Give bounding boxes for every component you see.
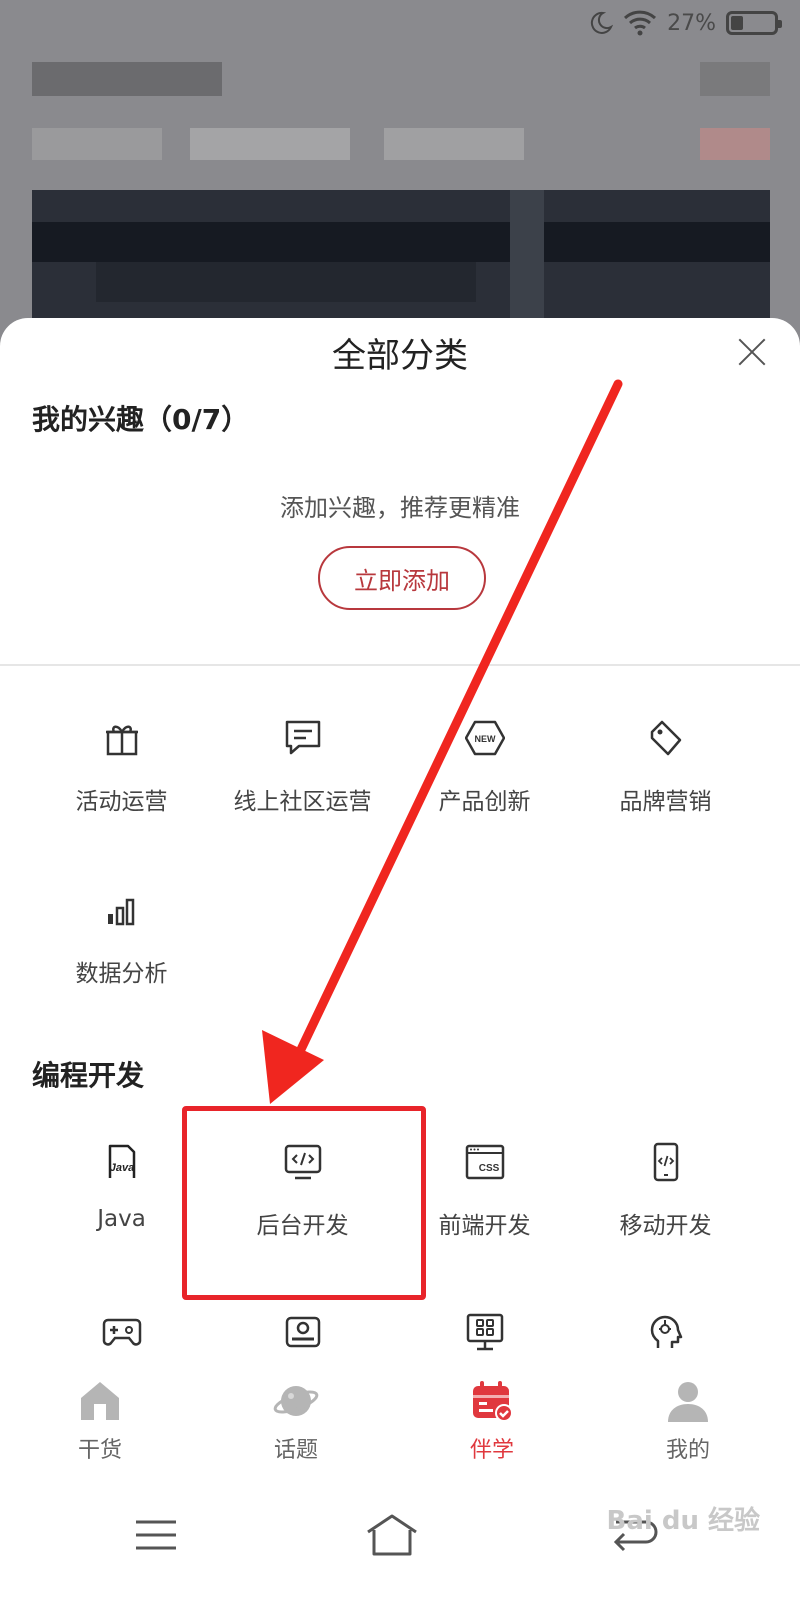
divider bbox=[0, 664, 800, 666]
board-icon bbox=[466, 1313, 503, 1351]
category-item-online-community[interactable]: 线上社区运营 bbox=[210, 718, 395, 838]
category-item-hardware[interactable] bbox=[210, 1312, 395, 1352]
calendar-check-icon bbox=[473, 1381, 513, 1422]
category-label: 活动运营 bbox=[75, 789, 168, 815]
new-badge-icon: NEW bbox=[464, 720, 505, 756]
category-item-game[interactable] bbox=[29, 1312, 214, 1352]
tab-topics[interactable]: 话题 bbox=[196, 1378, 396, 1464]
planet-icon bbox=[273, 1386, 319, 1416]
moon-icon bbox=[591, 11, 614, 34]
ai-head-icon bbox=[650, 1315, 682, 1348]
chat-icon bbox=[285, 720, 320, 755]
bar-chart-icon bbox=[107, 898, 134, 926]
tag-icon bbox=[650, 720, 681, 756]
menu-icon[interactable] bbox=[126, 1510, 186, 1560]
category-label: 移动开发 bbox=[619, 1213, 712, 1239]
tab-profile[interactable]: 我的 bbox=[588, 1378, 788, 1464]
category-label: 产品创新 bbox=[438, 789, 531, 815]
category-item-ai[interactable] bbox=[573, 1312, 758, 1352]
blurred-background bbox=[0, 0, 800, 340]
category-label: 线上社区运营 bbox=[233, 789, 372, 815]
tab-label: 我的 bbox=[665, 1438, 710, 1463]
card-reader-icon bbox=[285, 1316, 320, 1348]
java-file-icon: Java bbox=[108, 1144, 135, 1178]
category-label: 数据分析 bbox=[75, 961, 168, 987]
category-item-product-innovation[interactable]: NEW 产品创新 bbox=[392, 718, 577, 838]
category-label: 品牌营销 bbox=[619, 789, 712, 815]
category-item-activity-ops[interactable]: 活动运营 bbox=[29, 718, 214, 838]
bottom-tab-bar: 干货 话题 伴学 我的 bbox=[0, 1370, 800, 1480]
status-bar: 27% bbox=[589, 10, 782, 36]
interests-heading: 我的兴趣（0/7） bbox=[32, 403, 250, 436]
tab-label: 话题 bbox=[273, 1438, 318, 1463]
category-item-brand-marketing[interactable]: 品牌营销 bbox=[573, 718, 758, 838]
java-icon-text: Java bbox=[109, 1162, 133, 1174]
programming-heading: 编程开发 bbox=[32, 1059, 145, 1092]
category-item-data-analysis[interactable]: 数据分析 bbox=[29, 890, 214, 1010]
home-nav-icon[interactable] bbox=[362, 1510, 422, 1560]
battery-icon bbox=[726, 11, 782, 35]
watermark: Bai du 经验 bbox=[606, 1506, 761, 1536]
tab-study-companion[interactable]: 伴学 bbox=[392, 1378, 592, 1464]
gift-icon bbox=[105, 725, 138, 756]
system-nav-bar bbox=[0, 1480, 800, 1600]
phone-code-icon bbox=[653, 1142, 678, 1182]
sheet-title: 全部分类 bbox=[332, 336, 468, 376]
new-badge-text: NEW bbox=[474, 734, 496, 744]
tab-label: 干货 bbox=[77, 1438, 122, 1463]
category-item-mobile[interactable]: 移动开发 bbox=[573, 1142, 758, 1262]
css-icon-text: CSS bbox=[478, 1163, 499, 1174]
category-item-embedded[interactable] bbox=[392, 1312, 577, 1352]
gamepad-icon bbox=[102, 1318, 141, 1346]
tab-label: 伴学 bbox=[469, 1438, 514, 1463]
css-window-icon: CSS bbox=[465, 1144, 504, 1180]
add-interest-button[interactable]: 立即添加 bbox=[318, 546, 486, 610]
tab-dry-goods[interactable]: 干货 bbox=[0, 1378, 200, 1464]
user-icon bbox=[668, 1382, 708, 1422]
wifi-icon bbox=[624, 10, 657, 36]
interests-hint: 添加兴趣，推荐更精准 bbox=[280, 494, 520, 522]
close-icon[interactable] bbox=[734, 334, 770, 370]
annotation-highlight-box bbox=[182, 1106, 426, 1300]
battery-percent: 27% bbox=[667, 10, 716, 36]
home-icon bbox=[81, 1382, 119, 1420]
